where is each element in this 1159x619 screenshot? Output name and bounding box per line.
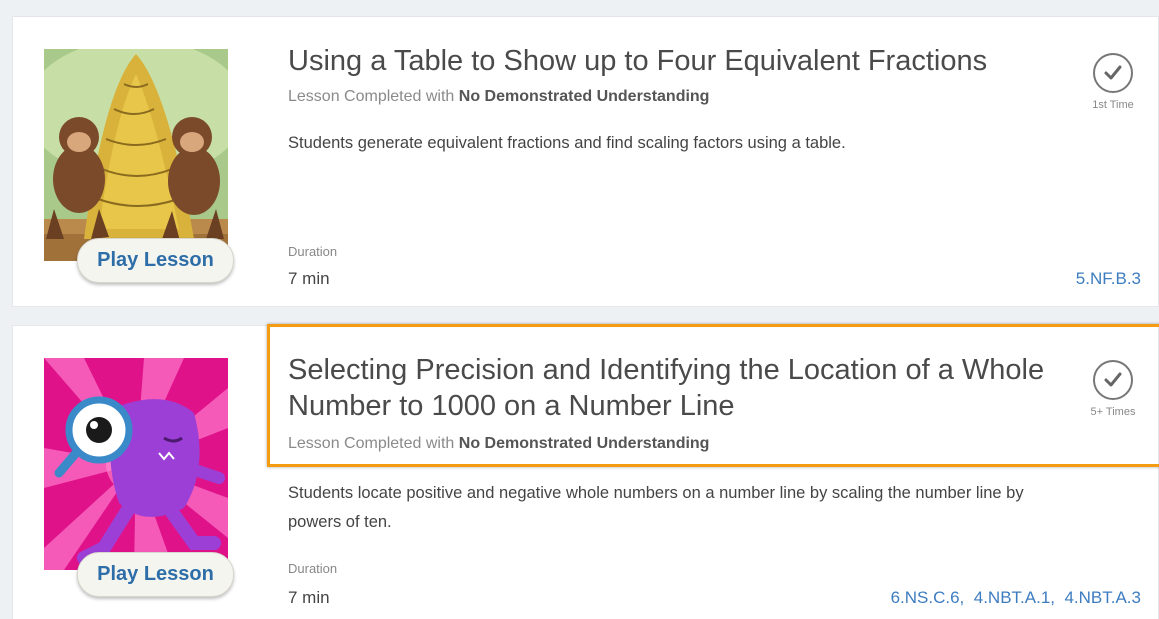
description-line: powers of ten. (288, 513, 392, 531)
lesson-thumbnail[interactable] (44, 358, 228, 570)
lesson-thumbnail[interactable] (44, 49, 228, 261)
status-prefix: Lesson Completed with (288, 88, 459, 105)
lesson-title[interactable]: Selecting Precision and Identifying the … (288, 352, 1044, 424)
completion-caption: 1st Time (1092, 99, 1134, 111)
purple-monster-magnifier-image (44, 358, 228, 570)
standard-link[interactable]: 4.NBT.A.3 (1064, 588, 1141, 607)
lesson-title-line: Number to 1000 on a Number Line (288, 390, 735, 422)
completion-indicator: 5+ Times (1082, 360, 1144, 418)
duration-value: 7 min (288, 269, 330, 288)
duration-label: Duration (288, 244, 338, 259)
standard-link[interactable]: 5.NF.B.3 (1076, 269, 1141, 288)
lesson-description: Students locate positive and negative wh… (288, 479, 1024, 537)
description-line: Students locate positive and negative wh… (288, 484, 1024, 502)
lesson-status: Lesson Completed with No Demonstrated Un… (288, 435, 709, 453)
completion-caption: 5+ Times (1090, 406, 1136, 418)
standard-link[interactable]: 4.NBT.A.1, (974, 588, 1055, 607)
lesson-title-line: Selecting Precision and Identifying the … (288, 354, 1045, 386)
play-lesson-button[interactable]: Play Lesson (77, 552, 234, 597)
lesson-card: Play Lesson Selecting Precision and Iden… (12, 325, 1159, 619)
standards-list: 6.NS.C.6, 4.NBT.A.1, 4.NBT.A.3 (891, 588, 1141, 608)
lesson-description: Students generate equivalent fractions a… (288, 134, 846, 152)
checkmark-circle-icon (1093, 360, 1133, 400)
lesson-title[interactable]: Using a Table to Show up to Four Equival… (288, 43, 987, 79)
lesson-status: Lesson Completed with No Demonstrated Un… (288, 88, 709, 106)
duration-value: 7 min (288, 588, 330, 607)
standards-list: 5.NF.B.3 (1076, 269, 1141, 289)
lesson-card: Play Lesson Using a Table to Show up to … (12, 16, 1159, 307)
status-prefix: Lesson Completed with (288, 435, 459, 452)
status-value: No Demonstrated Understanding (458, 88, 710, 105)
monkeys-bananas-image (44, 49, 228, 261)
checkmark-circle-icon (1093, 53, 1133, 93)
completion-indicator: 1st Time (1082, 53, 1144, 111)
status-value: No Demonstrated Understanding (458, 435, 710, 452)
play-lesson-button[interactable]: Play Lesson (77, 238, 234, 283)
standard-link[interactable]: 6.NS.C.6, (891, 588, 965, 607)
duration-label: Duration (288, 561, 338, 576)
